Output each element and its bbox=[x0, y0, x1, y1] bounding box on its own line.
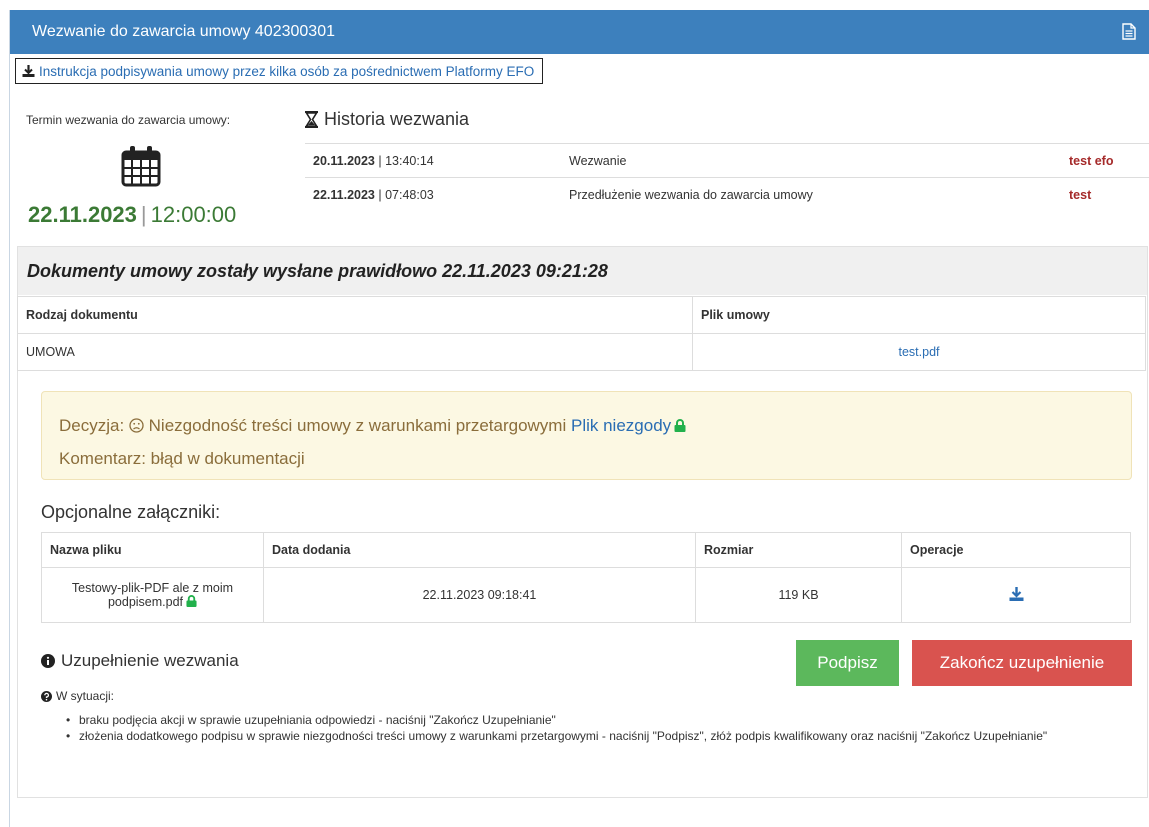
documents-header-row: Rodzaj dokumentu Plik umowy bbox=[17, 296, 1146, 334]
attachments-header-row: Nazwa pliku Data dodania Rozmiar Operacj… bbox=[41, 532, 1131, 568]
document-icon[interactable] bbox=[1122, 23, 1136, 40]
table-row: Testowy-plik-PDF ale z moim podpisem.pdf… bbox=[41, 567, 1131, 623]
page-title: Wezwanie do zawarcia umowy 402300301 bbox=[32, 23, 335, 40]
instruction-link[interactable]: Instrukcja podpisywania umowy przez kilk… bbox=[15, 58, 544, 84]
attachment-date: 22.11.2023 09:18:41 bbox=[263, 567, 696, 623]
question-icon bbox=[41, 690, 52, 702]
attachments-table: Nazwa pliku Data dodania Rozmiar Operacj… bbox=[41, 532, 1131, 623]
attachment-operations bbox=[901, 567, 1131, 623]
history-name: Przedłużenie wezwania do zawarcia umowy bbox=[561, 177, 1061, 212]
list-item: braku podjęcia akcji w sprawie uzupełnia… bbox=[63, 712, 1133, 728]
decision-text: Niezgodność treści umowy z warunkami prz… bbox=[148, 416, 567, 435]
history-user: test efo bbox=[1061, 143, 1149, 178]
attachment-name-cell: Testowy-plik-PDF ale z moim podpisem.pdf bbox=[41, 567, 264, 623]
discrepancy-file-link[interactable]: Plik niezgody bbox=[571, 416, 671, 435]
history-date: 22.11.2023 bbox=[313, 187, 375, 202]
decision-comment: Komentarz: błąd w dokumentacji bbox=[59, 449, 305, 468]
attachments-title: Opcjonalne załączniki: bbox=[41, 502, 221, 522]
download-icon bbox=[22, 65, 35, 77]
completion-title-text: Uzupełnienie wezwania bbox=[61, 651, 239, 670]
sent-banner: Dokumenty umowy zostały wysłane prawidło… bbox=[18, 247, 1147, 295]
decision-prefix: Decyzja: bbox=[59, 416, 125, 435]
deadline-time: 12:00:00 bbox=[150, 202, 237, 227]
history-datetime: 22.11.2023 | 07:48:03 bbox=[305, 177, 561, 212]
panel-header: Wezwanie do zawarcia umowy 402300301 bbox=[10, 10, 1149, 54]
instruction-link-text: Instrukcja podpisywania umowy przez kilk… bbox=[39, 63, 535, 79]
document-type: UMOWA bbox=[17, 333, 693, 371]
decision-line: Decyzja: Niezgodność treści umowy z waru… bbox=[59, 409, 1131, 442]
list-item: złożenia dodatkowego podpisu w sprawie n… bbox=[63, 728, 1133, 744]
history-title-text: Historia wezwania bbox=[324, 109, 470, 129]
column-header: Plik umowy bbox=[692, 296, 1146, 334]
attachment-name: Testowy-plik-PDF ale z moim podpisem.pdf bbox=[71, 581, 234, 609]
download-icon[interactable] bbox=[1009, 586, 1024, 601]
situation-list: braku podjęcia akcji w sprawie uzupełnia… bbox=[63, 712, 1133, 744]
table-row: UMOWA test.pdf bbox=[17, 333, 1146, 371]
contract-file-link[interactable]: test.pdf bbox=[692, 333, 1146, 371]
history-name: Wezwanie bbox=[561, 143, 1061, 178]
lock-icon bbox=[186, 595, 197, 607]
attachment-size: 119 KB bbox=[695, 567, 902, 623]
history-datetime: 20.11.2023 | 13:40:14 bbox=[305, 143, 561, 178]
deadline-separator: | bbox=[140, 202, 147, 227]
history-row: 22.11.2023 | 07:48:03 Przedłużenie wezwa… bbox=[305, 177, 1149, 212]
history-time: 13:40:14 bbox=[385, 153, 434, 168]
column-header: Rozmiar bbox=[695, 532, 902, 568]
deadline-datetime: 22.11.2023 | 12:00:00 bbox=[28, 202, 236, 228]
column-header: Operacje bbox=[901, 532, 1131, 568]
hourglass-icon bbox=[305, 111, 318, 128]
history-table: 20.11.2023 | 13:40:14 Wezwanie test efo … bbox=[305, 143, 1149, 212]
calendar-icon bbox=[121, 146, 161, 187]
lock-icon bbox=[674, 419, 686, 432]
column-header: Data dodania bbox=[263, 532, 696, 568]
deadline-label: Termin wezwania do zawarcia umowy: bbox=[26, 113, 231, 127]
history-row: 20.11.2023 | 13:40:14 Wezwanie test efo bbox=[305, 143, 1149, 178]
sign-button[interactable]: Podpisz bbox=[796, 640, 899, 686]
column-header: Rodzaj dokumentu bbox=[17, 296, 693, 334]
info-icon bbox=[41, 654, 55, 668]
end-completion-button[interactable]: Zakończ uzupełnienie bbox=[912, 640, 1132, 686]
deadline-date: 22.11.2023 bbox=[28, 202, 137, 227]
decision-alert: Decyzja: Niezgodność treści umowy z waru… bbox=[41, 391, 1132, 480]
situation-label: W sytuacji: bbox=[41, 689, 114, 703]
situation-label-text: W sytuacji: bbox=[56, 689, 115, 703]
documents-table: Rodzaj dokumentu Plik umowy UMOWA test.p… bbox=[17, 296, 1146, 371]
frown-icon bbox=[129, 418, 144, 433]
history-date: 20.11.2023 bbox=[313, 153, 375, 168]
history-title: Historia wezwania bbox=[305, 109, 469, 130]
history-time: 07:48:03 bbox=[385, 187, 434, 202]
completion-title: Uzupełnienie wezwania bbox=[41, 651, 239, 671]
history-user: test bbox=[1061, 177, 1149, 212]
column-header: Nazwa pliku bbox=[41, 532, 264, 568]
